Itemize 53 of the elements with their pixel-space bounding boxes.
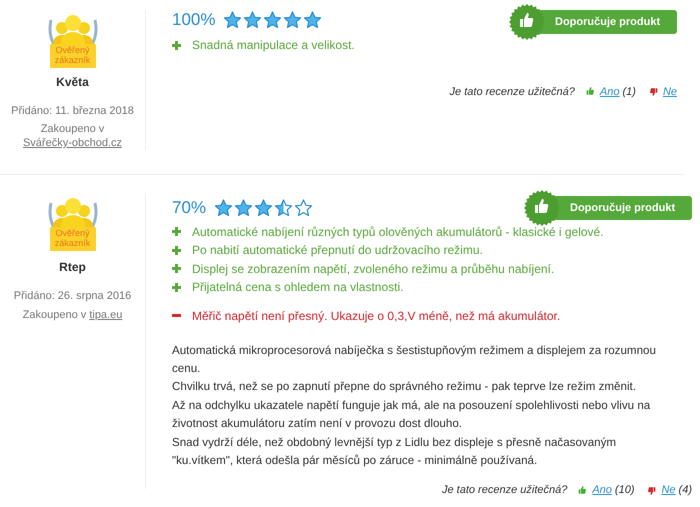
date-added: Přidáno: 11. března 2018 <box>11 104 134 118</box>
thumbs-up-icon[interactable] <box>584 86 596 98</box>
author-name: Květa <box>56 74 89 90</box>
star-icon <box>263 11 282 29</box>
pro-item: Displej se zobrazením napětí, zvoleného režimu a průběhu nabíjení. <box>192 260 554 278</box>
vote-count: (1) <box>622 84 636 100</box>
review-paragraph: Až na odchylku ukazatele napětí funguje jak má, ale na posouzení spolehlivosti nebo vlivu na životnost akumulátoru zatím není v provozu dost dlouho. <box>172 398 652 432</box>
purchased-label: Zakoupeno v <box>40 123 104 135</box>
vote-count: (4) <box>678 483 692 498</box>
star-icon <box>274 198 294 217</box>
vote-count: (10) <box>614 483 634 498</box>
star-icon <box>214 198 234 217</box>
thumbs-up-icon[interactable] <box>577 485 588 496</box>
no-link[interactable]: Ne <box>662 84 677 100</box>
star-icon <box>283 11 302 29</box>
purchased-label: Zakoupeno v <box>22 308 88 320</box>
star-icon <box>254 198 274 217</box>
helpful-question: Je tato recenze užitečná? <box>450 84 575 100</box>
yes-link[interactable]: Ano <box>600 84 620 100</box>
star-icon <box>223 11 242 29</box>
recommends-label: Doporučuje produkt <box>555 14 660 30</box>
plus-icon <box>172 282 181 292</box>
pro-item: Automatické nabíjení různých typů olověných akumulátorů - klasické i gelové. <box>192 224 604 241</box>
helpful-question: Je tato recenze užitečná? <box>442 483 568 498</box>
star-icon <box>294 198 314 217</box>
con-item: Měřič napětí není přesný. Ukazuje o 0,3,V méně, než má akumulátor. <box>192 308 560 324</box>
review-paragraph: Snad vydrží déle, než obdobný levnější typ z Lidlu bez displeje s přesně načasovaným "ku.vítkem", která odešla pár měsíců po záruce - minimálně používaná. <box>172 434 618 469</box>
plus-icon <box>172 40 181 50</box>
pro-item: Po nabití automatické přepnutí do udržovacího režimu. <box>192 242 483 260</box>
thumbs-down-icon[interactable] <box>648 86 659 98</box>
store-link[interactable]: tipa.eu <box>89 308 122 320</box>
date-added: Přidáno: 26. srpna 2016 <box>14 289 132 304</box>
star-icon <box>303 11 322 29</box>
badge-label: Ověřený zákazník <box>54 228 92 248</box>
badge-label: Ověřený zákazník <box>54 45 92 65</box>
yes-link[interactable]: Ano <box>592 482 612 499</box>
rating-percent: 100% <box>172 9 216 32</box>
no-link[interactable]: Ne <box>661 482 676 499</box>
pro-item: Přijatelná cena s ohledem na vlastnosti. <box>192 279 404 296</box>
star-icon <box>243 11 262 29</box>
store-link[interactable]: Svářečky-obchod.cz <box>22 137 122 149</box>
rating-percent: 70% <box>172 197 206 219</box>
thumbs-down-icon[interactable] <box>646 485 658 496</box>
star-icon <box>234 198 254 217</box>
pro-item: Snadná manipulace a velikost. <box>192 37 355 54</box>
recommends-label: Doporučuje produkt <box>570 200 676 216</box>
author-name: Rtep <box>59 259 86 276</box>
review-paragraph: Automatická mikroprocesorová nabíječka s šestistupňovým režimem a displejem za rozumnou cenu. <box>172 342 657 377</box>
plus-icon <box>172 227 181 236</box>
plus-icon <box>172 264 181 274</box>
review-paragraph: Chvilku trvá, než se po zapnutí přepne do správného režimu - pak teprve lze režim změnit. <box>172 379 637 396</box>
plus-icon <box>172 246 181 255</box>
minus-icon <box>172 314 181 317</box>
